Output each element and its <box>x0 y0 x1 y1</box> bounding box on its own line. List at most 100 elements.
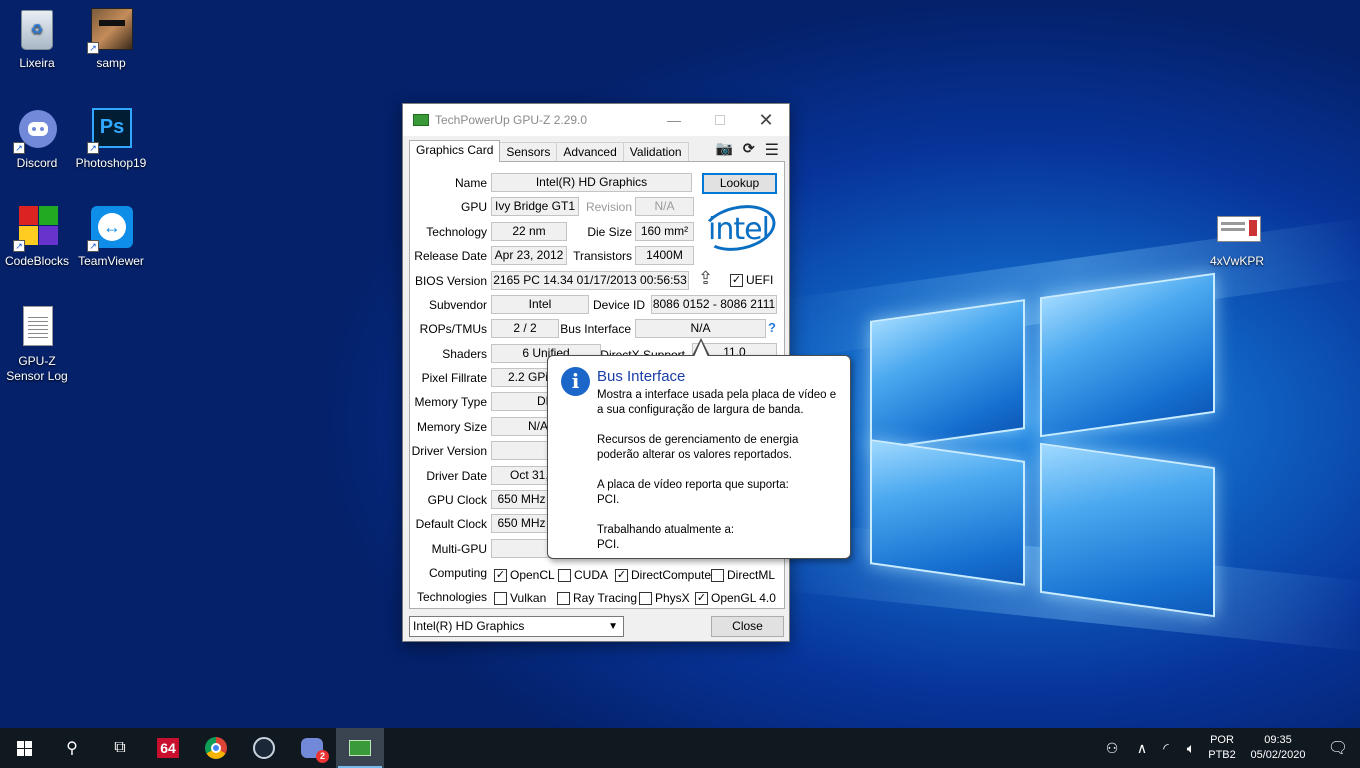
desktop-icon-lixeira[interactable]: ♻ Lixeira <box>0 8 74 71</box>
name-label: Name <box>454 176 487 190</box>
device-id-label: Device ID <box>592 298 645 312</box>
discord-icon: 2 <box>301 738 329 763</box>
release-date-label: Release Date <box>414 249 487 263</box>
memory-size-label: Memory Size <box>416 420 487 434</box>
technology-label: Technology <box>426 225 487 239</box>
minimize-button[interactable]: — <box>651 104 697 136</box>
tooltip-paragraph-3: A placa de vídeo reporta que suporta: PC… <box>597 479 789 506</box>
uefi-checkbox[interactable]: ✓ UEFI <box>730 273 773 287</box>
revision-value: N/A <box>635 197 694 216</box>
tab-advanced[interactable]: Advanced <box>556 142 624 162</box>
desktop-icon-4xvwkpr[interactable]: 4xVwKPR <box>1200 206 1274 269</box>
directcompute-checkbox[interactable]: ✓ DirectCompute <box>615 568 711 582</box>
directml-checkbox[interactable]: DirectML <box>711 568 775 582</box>
tooltip-pointer-fill <box>694 341 708 357</box>
steam-icon <box>253 737 275 759</box>
notifications-icon[interactable]: 🗨︎ <box>1316 738 1360 758</box>
taskbar-steam[interactable] <box>240 728 288 768</box>
share-icon[interactable]: ⇪ <box>698 268 713 289</box>
title-bar[interactable]: TechPowerUp GPU-Z 2.29.0 — ✕ <box>403 104 789 136</box>
volume-icon[interactable]: 🔈︎ <box>1178 740 1204 757</box>
vulkan-checkbox[interactable]: Vulkan <box>494 591 546 605</box>
clock[interactable]: 09:35 05/02/2020 <box>1240 733 1316 763</box>
release-date-value: Apr 23, 2012 <box>491 246 567 265</box>
taskbar-chrome[interactable] <box>192 728 240 768</box>
text-file-icon <box>15 306 59 350</box>
opencl-checkbox[interactable]: ✓ OpenCL <box>494 568 555 582</box>
multi-gpu-label: Multi-GPU <box>431 542 487 556</box>
physx-checkbox[interactable]: PhysX <box>639 591 690 605</box>
chevron-up-icon[interactable]: ∧ <box>1130 740 1154 757</box>
tab-validation[interactable]: Validation <box>622 142 689 162</box>
search-button[interactable]: ⚲ <box>48 728 96 768</box>
people-icon[interactable]: ⚇ <box>1094 740 1130 757</box>
gpuz-icon <box>349 740 371 756</box>
rops-tmus-value: 2 / 2 <box>491 319 559 338</box>
input-language[interactable]: POR PTB2 <box>1204 733 1240 763</box>
codeblocks-icon: ↗ <box>13 206 59 252</box>
tab-sensors[interactable]: Sensors <box>499 142 558 162</box>
notification-badge: 2 <box>316 750 329 763</box>
default-clock-label: Default Clock <box>415 517 487 531</box>
desktop-icon-gpuz-log[interactable]: GPU-Z Sensor Log <box>0 306 74 384</box>
taskbar-gpuz[interactable] <box>336 728 384 768</box>
desktop-icon-discord[interactable]: ↗ Discord <box>0 108 74 171</box>
device-id-value: 8086 0152 - 8086 2111 <box>651 295 777 314</box>
bus-interface-value: N/A <box>635 319 766 338</box>
gpu-clock-label: GPU Clock <box>427 493 487 507</box>
camera-icon[interactable]: 📷 <box>715 140 732 160</box>
taskbar-discord[interactable]: 2 <box>288 728 336 768</box>
windows-start-icon <box>16 740 32 756</box>
lookup-button[interactable]: Lookup <box>702 173 777 194</box>
wifi-icon[interactable]: ◜ <box>1154 740 1178 757</box>
aida64-icon: 64 <box>157 738 179 758</box>
desktop-icon-codeblocks[interactable]: ↗ CodeBlocks <box>0 206 74 269</box>
image-file-icon <box>1215 206 1261 250</box>
gpu-select-dropdown[interactable]: Intel(R) HD Graphics ▼ <box>409 616 624 637</box>
tooltip-paragraph-4: Trabalhando atualmente a: PCI. <box>597 524 735 551</box>
task-view-icon: ⧉ <box>114 739 126 756</box>
bios-version-value: 2165 PC 14.34 01/17/2013 00:56:53 <box>491 271 689 290</box>
revision-label: Revision <box>585 200 632 214</box>
close-button[interactable]: Close <box>711 616 784 637</box>
chrome-icon <box>205 737 227 759</box>
menu-icon[interactable]: ☰ <box>765 140 779 160</box>
close-window-button[interactable]: ✕ <box>743 104 789 136</box>
cuda-checkbox[interactable]: CUDA <box>558 568 608 582</box>
opengl-checkbox[interactable]: ✓ OpenGL 4.0 <box>695 591 776 605</box>
gpu-value: Ivy Bridge GT1 <box>491 197 579 216</box>
computing-label: Computing <box>428 566 487 580</box>
help-icon[interactable]: ? <box>768 320 776 335</box>
desktop-icon-samp[interactable]: ↗ samp <box>74 8 148 71</box>
clock-time: 09:35 <box>1264 734 1292 746</box>
refresh-icon[interactable]: ⟳ <box>743 140 755 160</box>
technology-value: 22 nm <box>491 222 567 241</box>
pixel-fillrate-label: Pixel Fillrate <box>421 371 487 385</box>
taskbar-aida64[interactable]: 64 <box>144 728 192 768</box>
maximize-button[interactable] <box>697 104 743 136</box>
samp-icon: ↗ <box>87 8 133 54</box>
bios-version-label: BIOS Version <box>414 274 487 288</box>
desktop-icon-teamviewer[interactable]: ↔ ↗ TeamViewer <box>74 206 148 269</box>
memory-type-label: Memory Type <box>414 395 487 409</box>
transistors-value: 1400M <box>635 246 694 265</box>
desktop-icon-photoshop[interactable]: Ps ↗ Photoshop19 <box>74 108 148 171</box>
rops-tmus-label: ROPs/TMUs <box>419 322 487 336</box>
tab-bar: Graphics Card Sensors Advanced Validatio… <box>409 140 783 162</box>
die-size-value: 160 mm² <box>635 222 694 241</box>
tab-graphics-card[interactable]: Graphics Card <box>409 140 501 162</box>
chevron-down-icon: ▼ <box>608 621 618 632</box>
shaders-label: Shaders <box>442 347 487 361</box>
maximize-icon <box>715 115 725 125</box>
shortcut-arrow-icon: ↗ <box>87 142 99 154</box>
close-icon: ✕ <box>758 109 774 130</box>
teamviewer-icon: ↔ ↗ <box>87 206 133 252</box>
ray-tracing-checkbox[interactable]: Ray Tracing <box>557 591 637 605</box>
shortcut-arrow-icon: ↗ <box>13 142 25 154</box>
discord-icon: ↗ <box>13 108 59 154</box>
task-view-button[interactable]: ⧉ <box>96 728 144 768</box>
shortcut-arrow-icon: ↗ <box>87 42 99 54</box>
technologies-label: Technologies <box>416 590 487 604</box>
bus-interface-tooltip: i Bus Interface Mostra a interface usada… <box>547 355 851 559</box>
start-button[interactable] <box>0 728 48 768</box>
